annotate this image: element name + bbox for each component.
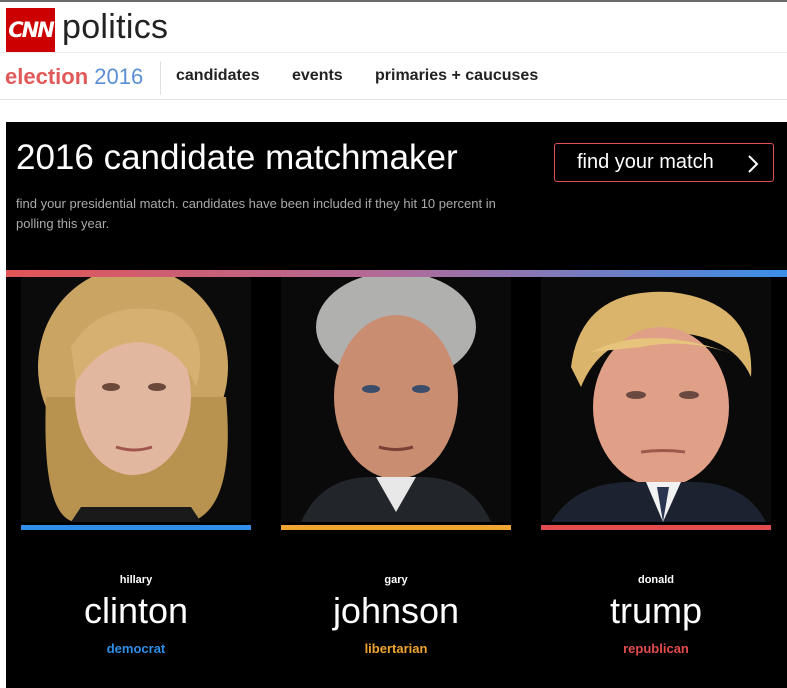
candidate-party: libertarian (364, 641, 428, 656)
nav-link-primaries-caucuses[interactable]: primaries + caucuses (375, 67, 538, 85)
election-2016-logo[interactable]: election 2016 (5, 64, 143, 90)
candidate-photo-johnson[interactable] (281, 277, 511, 522)
page-title: 2016 candidate matchmaker (16, 138, 458, 177)
candidate-first-name: gary (384, 574, 408, 586)
nav-link-candidates[interactable]: candidates (176, 67, 260, 85)
candidate-card-johnson[interactable]: gary johnson libertarian (281, 277, 511, 688)
section-title[interactable]: politics (62, 8, 168, 47)
cnn-logo[interactable]: CNN (6, 8, 55, 52)
nav-link-events[interactable]: events (292, 67, 343, 85)
find-your-match-button[interactable]: find your match (554, 143, 774, 182)
candidate-photo-trump[interactable] (541, 277, 771, 522)
subnav-divider (160, 61, 161, 95)
party-color-bar-trump (541, 525, 771, 530)
candidate-card-trump[interactable]: donald trump republican (541, 277, 771, 688)
find-your-match-label: find your match (577, 151, 714, 173)
site-header: CNN politics (0, 2, 787, 52)
candidate-first-name: hillary (119, 574, 153, 586)
page-description: find your presidential match. candidates… (16, 196, 496, 231)
party-color-bar-johnson (281, 525, 511, 530)
candidate-party: democrat (106, 641, 166, 656)
chevron-right-icon (748, 155, 759, 173)
candidate-last-name[interactable]: johnson (281, 590, 511, 632)
candidate-last-name[interactable]: trump (541, 590, 771, 632)
candidate-first-name: donald (637, 574, 675, 586)
candidate-party: republican (623, 641, 689, 656)
gradient-divider (6, 270, 787, 277)
election-word: election (5, 64, 89, 89)
election-subnav: election 2016 candidates events primarie… (0, 52, 787, 100)
matchmaker-hero: 2016 candidate matchmaker find your pres… (6, 122, 787, 688)
candidate-card-clinton[interactable]: hillary clinton democrat (21, 277, 251, 688)
candidate-photo-clinton[interactable] (21, 277, 251, 522)
party-color-bar-clinton (21, 525, 251, 530)
election-year: 2016 (94, 64, 144, 89)
candidate-last-name[interactable]: clinton (21, 590, 251, 632)
